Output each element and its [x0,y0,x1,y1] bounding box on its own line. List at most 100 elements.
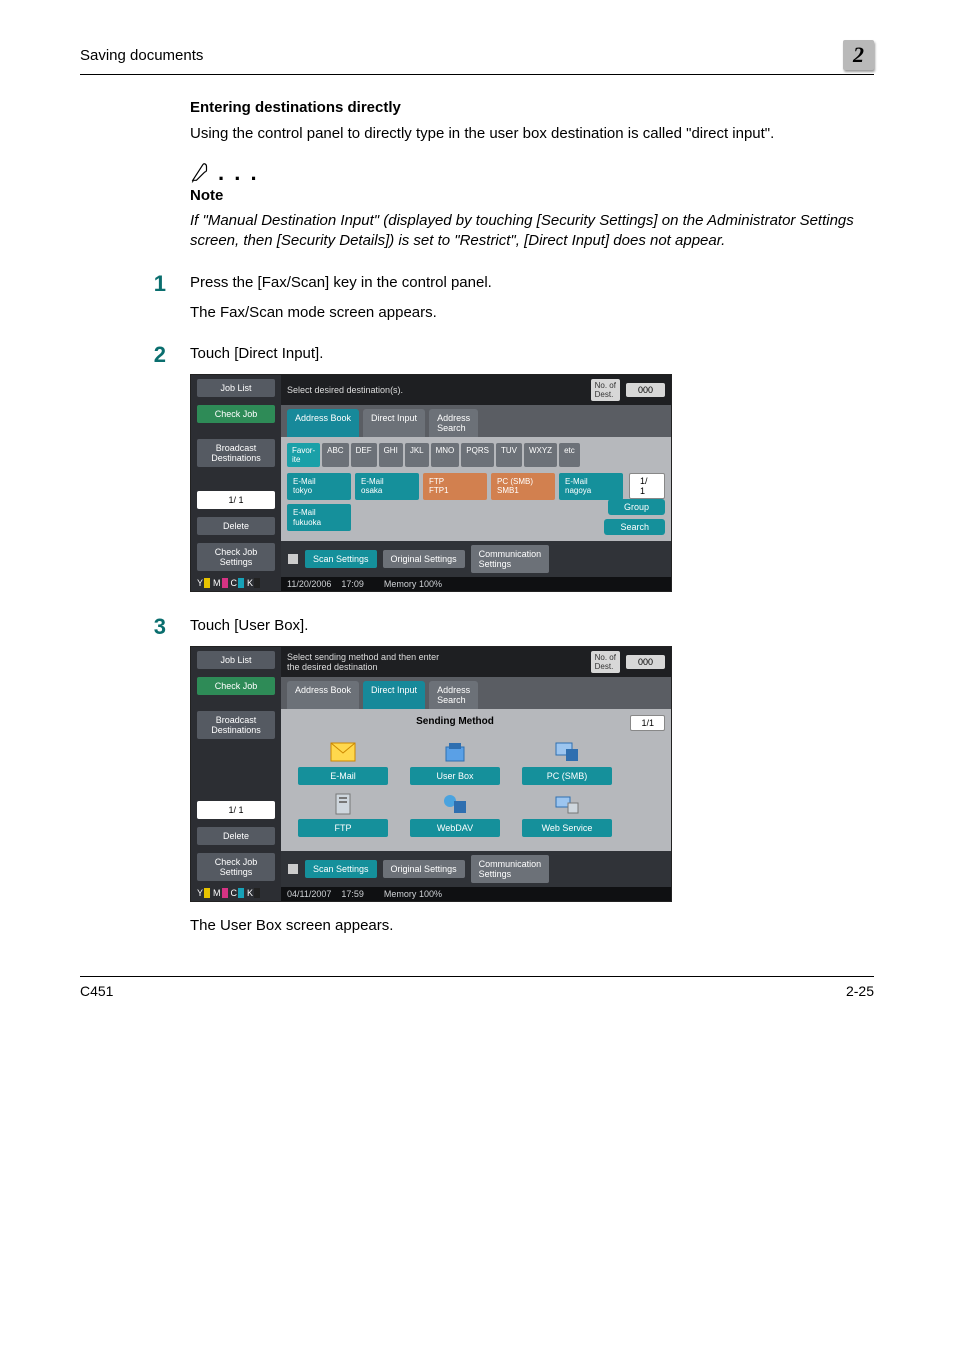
method-pcsmb-button[interactable]: PC (SMB) [522,767,612,785]
alpha-etc[interactable]: etc [559,443,580,467]
alpha-jkl[interactable]: JKL [405,443,429,467]
alpha-wxyz[interactable]: WXYZ [524,443,557,467]
sending-method-grid: E-Mail User Box [287,739,623,845]
alpha-ghi[interactable]: GHI [379,443,403,467]
tab-address-search[interactable]: Address Search [429,681,478,709]
method-page-indicator: 1/1 [630,715,665,731]
check-job-button[interactable]: Check Job [197,405,275,423]
step-3-line-1: Touch [User Box]. [190,616,672,636]
webservice-icon [554,793,580,815]
alpha-filter-row: Favor- ite ABC DEF GHI JKL MNO PQRS TUV … [287,443,665,467]
delete-button[interactable]: Delete [197,827,275,845]
status-date: 04/11/2007 [287,889,331,899]
alpha-favorite[interactable]: Favor- ite [287,443,320,467]
dest-email-osaka[interactable]: E-Mailosaka [355,473,419,500]
check-job-button[interactable]: Check Job [197,677,275,695]
dest-email-fukuoka[interactable]: E-Mailfukuoka [287,504,351,531]
dest-page-indicator: 1/ 1 [629,473,665,499]
memory-label: Memory [384,579,417,589]
side-page-indicator: 1/ 1 [197,491,275,509]
bottom-tab-bar: Scan Settings Original Settings Communic… [281,851,671,887]
dest-email-tokyo[interactable]: E-Mailtokyo [287,473,351,500]
destination-count-icon: No. ofDest. [591,651,620,673]
step-number: 3 [146,616,166,946]
step-1-line-1: Press the [Fax/Scan] key in the control … [190,273,492,293]
memory-value: 100% [419,889,442,899]
communication-settings-tab[interactable]: Communication Settings [471,855,550,883]
method-webservice-button[interactable]: Web Service [522,819,612,837]
job-list-button[interactable]: Job List [197,379,275,397]
step-number: 2 [146,344,166,606]
alpha-def[interactable]: DEF [351,443,377,467]
email-icon [330,741,356,763]
note-ellipsis: . . . [218,162,259,184]
screenshot-direct-input: Job List Check Job Broadcast Destination… [190,646,672,902]
section-heading: Entering destinations directly [190,99,874,116]
toner-y-icon: Y [197,888,210,898]
alpha-abc[interactable]: ABC [322,443,348,467]
chapter-badge: 2 [843,40,874,70]
method-webdav-button[interactable]: WebDAV [410,819,500,837]
scan-settings-tab[interactable]: Scan Settings [305,550,377,568]
sending-method-title: Sending Method [287,715,623,729]
method-ftp-button[interactable]: FTP [298,819,388,837]
toner-c-icon: C [231,888,245,898]
alpha-mno[interactable]: MNO [431,443,460,467]
dest-email-nagoya[interactable]: E-Mailnagoya [559,473,623,500]
communication-settings-tab[interactable]: Communication Settings [471,545,550,573]
scan-settings-tab[interactable]: Scan Settings [305,860,377,878]
step-3-after: The User Box screen appears. [190,916,672,936]
method-email-button[interactable]: E-Mail [298,767,388,785]
dest-smb1[interactable]: PC (SMB)SMB1 [491,473,555,500]
tab-address-search[interactable]: Address Search [429,409,478,437]
intro-paragraph: Using the control panel to directly type… [190,124,874,144]
group-button[interactable]: Group [608,499,665,515]
tab-direct-input[interactable]: Direct Input [363,409,425,437]
step-3: 3 Touch [User Box]. Job List Check Job B… [190,616,874,946]
step-2-line-1: Touch [Direct Input]. [190,344,672,364]
note-label: Note [190,186,874,206]
broadcast-dest-label: Broadcast Destinations [197,439,275,467]
destination-grid: E-Mailtokyo E-Mailosaka FTPFTP1 PC (SMB)… [287,473,623,531]
check-job-settings-button[interactable]: Check Job Settings [197,853,275,881]
userbox-icon [442,741,468,763]
delete-button[interactable]: Delete [197,517,275,535]
original-settings-tab[interactable]: Original Settings [383,550,465,568]
step-1: 1 Press the [Fax/Scan] key in the contro… [190,273,874,334]
check-job-settings-button[interactable]: Check Job Settings [197,543,275,571]
memory-value: 100% [419,579,442,589]
toner-m-icon: M [213,888,228,898]
job-list-button[interactable]: Job List [197,651,275,669]
tab-row: Address Book Direct Input Address Search [281,405,671,437]
note-block: . . . Note If "Manual Destination Input"… [190,162,874,251]
tab-address-book[interactable]: Address Book [287,681,359,709]
settings-icon [287,863,299,875]
running-head: Saving documents 2 [80,40,874,75]
broadcast-dest-label: Broadcast Destinations [197,711,275,739]
toner-k-icon: K [247,578,260,588]
prompt-message: Select desired destination(s). [287,385,403,395]
destination-counter: 000 [626,383,665,397]
settings-icon [287,553,299,565]
destination-count-icon: No. ofDest. [591,379,620,401]
method-userbox-button[interactable]: User Box [410,767,500,785]
note-body: If "Manual Destination Input" (displayed… [190,211,874,252]
tab-address-book[interactable]: Address Book [287,409,359,437]
step-number: 1 [146,273,166,334]
search-button[interactable]: Search [604,519,665,535]
step-2: 2 Touch [Direct Input]. Job List Check J… [190,344,874,606]
dest-ftp1[interactable]: FTPFTP1 [423,473,487,500]
tab-direct-input[interactable]: Direct Input [363,681,425,709]
toner-m-icon: M [213,578,228,588]
destination-counter: 000 [626,655,665,669]
alpha-pqrs[interactable]: PQRS [461,443,494,467]
bottom-tab-bar: Scan Settings Original Settings Communic… [281,541,671,577]
memory-label: Memory [384,889,417,899]
footer-page: 2-25 [846,983,874,999]
status-time: 17:09 [341,579,364,589]
screenshot-address-book: Job List Check Job Broadcast Destination… [190,374,672,592]
original-settings-tab[interactable]: Original Settings [383,860,465,878]
webdav-icon [442,793,468,815]
prompt-message: Select sending method and then enter the… [287,652,439,672]
alpha-tuv[interactable]: TUV [496,443,522,467]
